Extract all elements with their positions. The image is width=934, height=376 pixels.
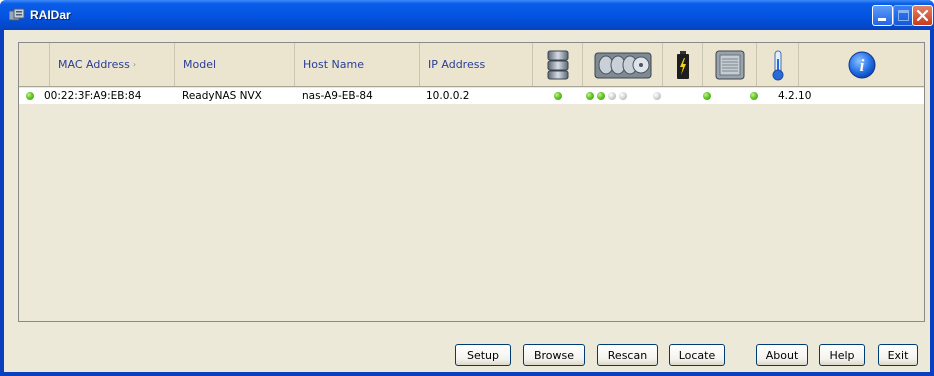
header-mac-label: MAC Address [58,58,130,71]
header-host-name[interactable]: Host Name [295,43,420,86]
about-button[interactable]: About [756,344,808,366]
header-mac-address[interactable]: MAC Address › [50,43,175,86]
temperature-status-icon [750,92,758,100]
sort-indicator-icon: › [132,60,137,69]
fan-icon [715,50,744,79]
mac-address-cell: 00:22:3F:A9:EB:84 [44,90,142,102]
device-status-icon [26,92,34,100]
rescan-button[interactable]: Rescan [597,344,658,366]
minimize-icon [878,18,886,21]
firmware-version-cell: 4.2.10 [778,90,812,102]
raidar-app-icon [9,8,25,21]
client-area: MAC Address › Model Host Name IP Address [4,30,930,372]
raidar-window: RAIDar MAC Address › Model Host Name IP … [0,0,934,376]
close-button[interactable] [912,5,933,26]
battery-icon [676,50,689,79]
window-title: RAIDar [30,8,71,22]
disk-1-status-icon [586,92,594,100]
header-fan[interactable] [703,43,757,86]
header-volume[interactable] [533,43,583,86]
volume-status-icon [554,92,562,100]
disk-2-status-icon [597,92,605,100]
list-header: MAC Address › Model Host Name IP Address [19,43,924,87]
header-ip-address[interactable]: IP Address [420,43,533,86]
setup-button[interactable]: Setup [455,344,511,366]
header-disks[interactable] [583,43,663,86]
battery-status-icon [653,92,661,100]
minimize-button[interactable] [872,5,893,26]
header-model-label: Model [183,58,217,71]
disk-4-status-icon [619,92,627,100]
temperature-icon [772,50,783,80]
header-info[interactable]: i [799,43,924,86]
maximize-button[interactable] [893,5,914,26]
header-battery[interactable] [663,43,703,86]
info-icon: i [848,51,875,78]
help-button[interactable]: Help [819,344,865,366]
exit-button[interactable]: Exit [878,344,918,366]
ip-address-cell: 10.0.0.2 [426,90,470,102]
disk-3-status-icon [608,92,616,100]
header-host-label: Host Name [303,58,364,71]
host-name-cell: nas-A9-EB-84 [302,90,373,102]
device-list[interactable]: MAC Address › Model Host Name IP Address [18,42,925,322]
volume-icon [547,50,568,79]
locate-button[interactable]: Locate [669,344,725,366]
browse-button[interactable]: Browse [523,344,585,366]
close-icon [916,9,929,22]
table-row[interactable]: 00:22:3F:A9:EB:84 ReadyNAS NVX nas-A9-EB… [19,88,924,104]
fan-status-icon [703,92,711,100]
header-model[interactable]: Model [175,43,295,86]
title-bar[interactable]: RAIDar [0,0,934,30]
svg-text:i: i [859,56,864,75]
disks-icon [594,52,651,78]
model-cell: ReadyNAS NVX [182,90,262,102]
header-temperature[interactable] [757,43,799,86]
header-status-column[interactable] [19,43,50,86]
maximize-icon [898,10,909,21]
header-ip-label: IP Address [428,58,486,71]
